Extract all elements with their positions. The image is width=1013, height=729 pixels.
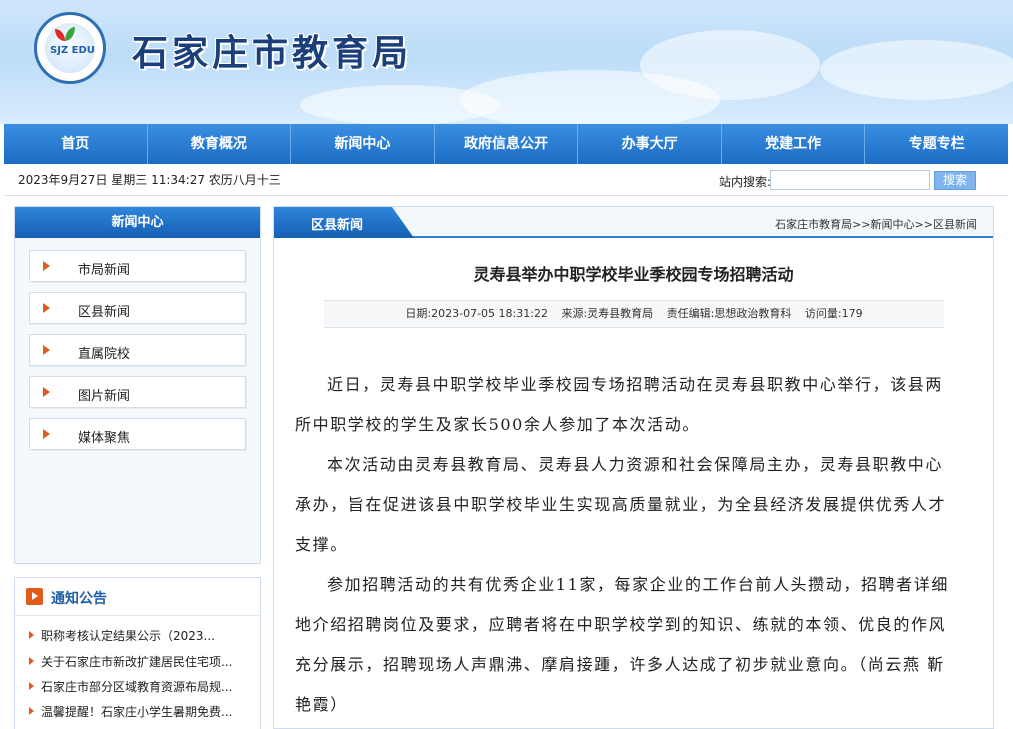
cloud-decoration xyxy=(640,30,820,100)
arrow-right-icon xyxy=(43,261,50,271)
notice-item[interactable]: 职称考核认定结果公示（2023... xyxy=(29,627,255,645)
notice-arrow-icon xyxy=(26,588,43,605)
article-panel: 区县新闻 石家庄市教育局>>新闻中心>>区县新闻 灵寿县举办中职学校毕业季校园专… xyxy=(273,206,994,729)
arrow-right-icon xyxy=(43,345,50,355)
main-nav: 首页 教育概况 新闻中心 政府信息公开 办事大厅 党建工作 专题专栏 xyxy=(4,124,1008,164)
bullet-icon xyxy=(29,682,34,690)
arrow-right-icon xyxy=(43,303,50,313)
nav-item-news[interactable]: 新闻中心 xyxy=(291,124,435,164)
search-label: 站内搜索: xyxy=(719,175,772,189)
notice-panel: 通知公告 职称考核认定结果公示（2023... 关于石家庄市新改扩建居民住宅项.… xyxy=(14,577,261,729)
sidebar-item-label: 直属院校 xyxy=(78,347,131,362)
sidebar-item-label: 图片新闻 xyxy=(78,389,131,404)
nav-item-home[interactable]: 首页 xyxy=(4,124,148,164)
search-input[interactable] xyxy=(770,170,930,190)
arrow-right-icon xyxy=(43,429,50,439)
sidebar-item-photo-news[interactable]: 图片新闻 xyxy=(29,376,246,408)
tab-label: 区县新闻 xyxy=(311,218,364,233)
nav-item-topics[interactable]: 专题专栏 xyxy=(865,124,1008,164)
article-header: 区县新闻 石家庄市教育局>>新闻中心>>区县新闻 xyxy=(274,207,993,238)
nav-item-gov-info[interactable]: 政府信息公开 xyxy=(435,124,579,164)
nav-item-party[interactable]: 党建工作 xyxy=(722,124,866,164)
cloud-decoration xyxy=(820,40,1013,100)
article-paragraph: 参加招聘活动的共有优秀企业11家，每家企业的工作台前人头攒动，招聘者详细地介绍招… xyxy=(295,575,949,714)
article-meta: 日期:2023-07-05 18:31:22 来源:灵寿县教育局 责任编辑:思想… xyxy=(324,300,944,328)
notice-item[interactable]: 关于石家庄市新改扩建居民住宅项... xyxy=(29,653,255,671)
nav-item-service-hall[interactable]: 办事大厅 xyxy=(578,124,722,164)
site-logo[interactable]: SJZ EDU xyxy=(34,12,106,84)
bullet-icon xyxy=(29,631,34,639)
sidebar-item-affiliated-schools[interactable]: 直属院校 xyxy=(29,334,246,366)
bullet-icon xyxy=(29,707,34,715)
current-datetime: 2023年9月27日 星期三 11:34:27 农历八月十三 xyxy=(18,173,281,187)
notice-title[interactable]: 通知公告 xyxy=(51,588,107,608)
cloud-decoration xyxy=(300,85,500,124)
search-button[interactable]: 搜索 xyxy=(934,171,976,190)
info-bar: 2023年9月27日 星期三 11:34:27 农历八月十三 站内搜索: 搜索 xyxy=(4,164,1008,196)
meta-date: 日期:2023-07-05 18:31:22 xyxy=(405,307,548,320)
tab-county-news[interactable]: 区县新闻 xyxy=(274,207,414,238)
article-body: 近日，灵寿县中职学校毕业季校园专场招聘活动在灵寿县职教中心举行，该县两所中职学校… xyxy=(295,365,957,725)
nav-item-overview[interactable]: 教育概况 xyxy=(148,124,292,164)
article-paragraph: 近日，灵寿县中职学校毕业季校园专场招聘活动在灵寿县职教中心举行，该县两所中职学校… xyxy=(295,375,944,434)
article-title: 灵寿县举办中职学校毕业季校园专场招聘活动 xyxy=(473,265,794,284)
sidebar-item-label: 媒体聚焦 xyxy=(78,431,131,446)
meta-editor: 责任编辑:思想政治教育科 xyxy=(666,307,792,320)
sidebar-news-center: 新闻中心 市局新闻 区县新闻 直属院校 图片新闻 媒体聚焦 xyxy=(14,206,261,564)
bullet-icon xyxy=(29,657,34,665)
notice-item[interactable]: 石家庄市部分区域教育资源布局规... xyxy=(29,678,255,696)
breadcrumb[interactable]: 石家庄市教育局>>新闻中心>>区县新闻 xyxy=(775,216,977,232)
article-paragraph: 本次活动由灵寿县教育局、灵寿县人力资源和社会保障局主办，灵寿县职教中心承办，旨在… xyxy=(295,455,947,554)
sidebar-item-label: 市局新闻 xyxy=(78,263,131,278)
sidebar-title: 新闻中心 xyxy=(15,207,260,238)
notice-item-text: 职称考核认定结果公示（2023... xyxy=(41,629,215,643)
notice-item-text: 石家庄市部分区域教育资源布局规... xyxy=(41,680,233,694)
notice-item[interactable]: 温馨提醒！石家庄小学生暑期免费... xyxy=(29,703,255,721)
sidebar-item-label: 区县新闻 xyxy=(78,305,131,320)
sidebar-item-media-focus[interactable]: 媒体聚焦 xyxy=(29,418,246,450)
notice-item-text: 温馨提醒！石家庄小学生暑期免费... xyxy=(41,705,233,719)
meta-source: 来源:灵寿县教育局 xyxy=(561,307,654,320)
meta-views: 访问量:179 xyxy=(804,307,863,320)
arrow-right-icon xyxy=(43,387,50,397)
notice-item-text: 关于石家庄市新改扩建居民住宅项... xyxy=(41,655,233,669)
sidebar-item-county-news[interactable]: 区县新闻 xyxy=(29,292,246,324)
logo-text: SJZ EDU xyxy=(50,45,95,56)
notice-header: 通知公告 xyxy=(15,578,260,616)
sidebar-item-city-news[interactable]: 市局新闻 xyxy=(29,250,246,282)
header-banner: SJZ EDU 石家庄市教育局 xyxy=(0,0,1013,124)
site-title: 石家庄市教育局 xyxy=(132,32,413,74)
